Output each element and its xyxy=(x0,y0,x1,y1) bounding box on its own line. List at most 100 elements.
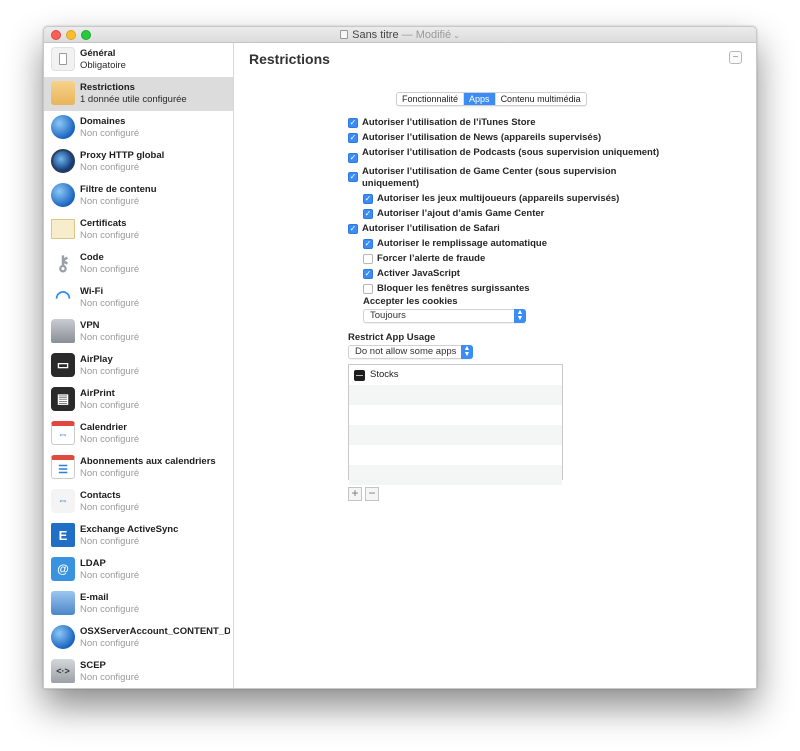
sidebar-item-ldap[interactable]: @ LDAP Non configuré xyxy=(44,553,233,587)
scep-lock-icon: <·> xyxy=(51,659,75,683)
minus-icon: − xyxy=(732,51,739,63)
sidebar-item-name: Wi-Fi xyxy=(80,286,104,297)
checkmark-icon: ✓ xyxy=(349,153,357,162)
calendar-sync-icon: ⇔ xyxy=(51,421,75,445)
sidebar-item-proxy-http-global[interactable]: Proxy HTTP global Non configuré xyxy=(44,145,233,179)
title-separator: — xyxy=(398,29,416,41)
key-icon: ⚷ xyxy=(55,252,71,275)
sidebar-item-name: SCEP xyxy=(80,660,106,671)
checkbox[interactable]: ✓ xyxy=(348,118,358,128)
restriction-option: ✓ Autoriser les jeux multijoueurs (appare… xyxy=(363,193,668,205)
checkmark-icon: ✓ xyxy=(364,209,372,218)
document-name: Sans titre xyxy=(352,29,399,41)
restriction-option: ✓ Autoriser l’utilisation de Podcasts (so… xyxy=(348,147,668,163)
app-list[interactable]: Stocks xyxy=(348,364,563,485)
restrict-app-usage-popup[interactable]: Do not allow some apps ▲ ▼ xyxy=(348,345,473,359)
sidebar-item-status: Obligatoire xyxy=(80,60,126,71)
sidebar-item-name: Abonnements aux calendriers xyxy=(80,456,216,467)
tab-apps[interactable]: Apps xyxy=(464,93,496,105)
proxy-globe-icon xyxy=(51,149,75,173)
sidebar-item-name: E-mail xyxy=(80,592,109,603)
sidebar-item-filtre-de-contenu[interactable]: Filtre de contenu Non configuré xyxy=(44,179,233,213)
sidebar-item-certificats[interactable]: Certificats Non configuré xyxy=(44,213,233,247)
add-app-button[interactable]: + xyxy=(348,487,362,501)
restriction-option: ✓ Autoriser l’utilisation de l’iTunes Sto… xyxy=(348,117,668,129)
sidebar-item-status: Non configuré xyxy=(80,672,140,683)
restriction-option: ✓ Autoriser le remplissage automatique xyxy=(363,238,668,250)
sidebar-item-name: AirPrint xyxy=(80,388,115,399)
exchange-icon: E xyxy=(51,523,75,547)
sidebar-item-g-n-ral[interactable]: Général Obligatoire xyxy=(44,43,233,77)
app-list-empty-row xyxy=(349,425,562,445)
vpn-lock-icon xyxy=(51,319,75,343)
checkmark-icon: ✓ xyxy=(364,194,372,203)
tab-contenu-multim-dia[interactable]: Contenu multimédia xyxy=(496,93,586,105)
tab-fonctionnalit-[interactable]: Fonctionnalité xyxy=(397,93,465,105)
option-label: Activer JavaScript xyxy=(377,268,460,279)
sidebar-item-wi-fi[interactable]: ◠ Wi-Fi Non configuré xyxy=(44,281,233,315)
restriction-option: ✓ Activer JavaScript xyxy=(363,268,668,280)
sidebar-item-exchange-activesync[interactable]: E Exchange ActiveSync Non configuré xyxy=(44,519,233,553)
option-label: Autoriser l’utilisation de l’iTunes Stor… xyxy=(362,117,536,128)
sidebar-item-restrictions[interactable]: Restrictions 1 donnée utile configurée xyxy=(44,77,233,111)
sidebar-item-airplay[interactable]: ▭ AirPlay Non configuré xyxy=(44,349,233,383)
checkbox[interactable]: ✓ xyxy=(348,153,358,163)
sidebar-item-code[interactable]: ⚷ Code Non configuré xyxy=(44,247,233,281)
remove-app-button[interactable]: − xyxy=(365,487,379,501)
checkmark-icon: ✓ xyxy=(349,224,357,233)
option-label: Autoriser l’utilisation de Safari xyxy=(362,223,500,234)
window-title[interactable]: Sans titre — Modifié ⌄ xyxy=(44,28,756,43)
checkbox[interactable]: ✓ xyxy=(348,224,358,234)
sidebar-item-osxserveraccount-content-dis[interactable]: OSXServerAccount_CONTENT_DIS Non configur… xyxy=(44,621,233,655)
checkbox[interactable]: ✓ xyxy=(348,133,358,143)
sidebar-item-name: Général xyxy=(80,48,116,59)
sidebar-item-airprint[interactable]: ▤ AirPrint Non configuré xyxy=(44,383,233,417)
sidebar-item-status: Non configuré xyxy=(80,536,140,547)
server-globe-icon xyxy=(51,625,75,649)
sidebar-item-name: Exchange ActiveSync xyxy=(80,524,179,535)
checkbox[interactable] xyxy=(363,284,373,294)
sidebar-item-name: Certificats xyxy=(80,218,127,229)
sidebar-item-vpn[interactable]: VPN Non configuré xyxy=(44,315,233,349)
sidebar-item-status: Non configuré xyxy=(80,128,140,139)
checkbox[interactable]: ✓ xyxy=(363,209,373,219)
sidebar-item-calendrier[interactable]: ⇔ Calendrier Non configuré xyxy=(44,417,233,451)
checkbox[interactable]: ✓ xyxy=(363,194,373,204)
sidebar-item-status: Non configuré xyxy=(80,366,140,377)
checkmark-icon: ✓ xyxy=(349,118,357,127)
sidebar-item-name: Code xyxy=(80,252,104,263)
remove-payload-button[interactable]: − xyxy=(729,51,742,64)
content-filter-globe-icon xyxy=(51,183,75,207)
chevron-down-icon: ⌄ xyxy=(453,31,460,40)
calendar-subscription-icon: ☰ xyxy=(51,455,75,479)
sidebar-item-name: Domaines xyxy=(80,116,126,127)
sidebar-item-status: Non configuré xyxy=(80,604,140,615)
domains-globe-icon xyxy=(51,115,75,139)
popup-arrows-icon: ▲ ▼ xyxy=(514,309,526,323)
restriction-option: Bloquer les fenêtres surgissantes xyxy=(363,283,668,295)
sidebar-item-status: Non configuré xyxy=(80,162,140,173)
restrict-app-usage-value: Do not allow some apps xyxy=(355,346,457,357)
option-label: Bloquer les fenêtres surgissantes xyxy=(377,283,530,294)
app-list-row[interactable]: Stocks xyxy=(349,365,562,385)
sidebar-item-e-mail[interactable]: E-mail Non configuré xyxy=(44,587,233,621)
sidebar-item-abonnements-aux-calendriers[interactable]: ☰ Abonnements aux calendriers Non configur… xyxy=(44,451,233,485)
cookies-popup[interactable]: Toujours ▲ ▼ xyxy=(363,309,526,323)
checkbox[interactable]: ✓ xyxy=(363,239,373,249)
restriction-option: ✓ Autoriser l’utilisation de Safari xyxy=(348,223,668,235)
popup-arrows-icon: ▲ ▼ xyxy=(461,345,473,359)
sidebar-item-domaines[interactable]: Domaines Non configuré xyxy=(44,111,233,145)
sidebar-item-scep[interactable]: <·> SCEP Non configuré xyxy=(44,655,233,688)
sidebar-item-contacts[interactable]: ⇔ Contacts Non configuré xyxy=(44,485,233,519)
sidebar-item-status: Non configuré xyxy=(80,400,140,411)
checkbox[interactable] xyxy=(363,254,373,264)
ldap-at-icon: @ xyxy=(51,557,75,581)
sidebar-item-status: 1 donnée utile configurée xyxy=(80,94,187,105)
certificate-icon xyxy=(51,219,75,239)
sidebar-item-name: AirPlay xyxy=(80,354,113,365)
option-label: Autoriser l’utilisation de News (apparei… xyxy=(362,132,602,143)
checkbox[interactable]: ✓ xyxy=(363,269,373,279)
restriction-option: ✓ Autoriser l’utilisation de News (appare… xyxy=(348,132,668,144)
checkbox[interactable]: ✓ xyxy=(348,172,358,182)
app-list-empty-row xyxy=(349,405,562,425)
